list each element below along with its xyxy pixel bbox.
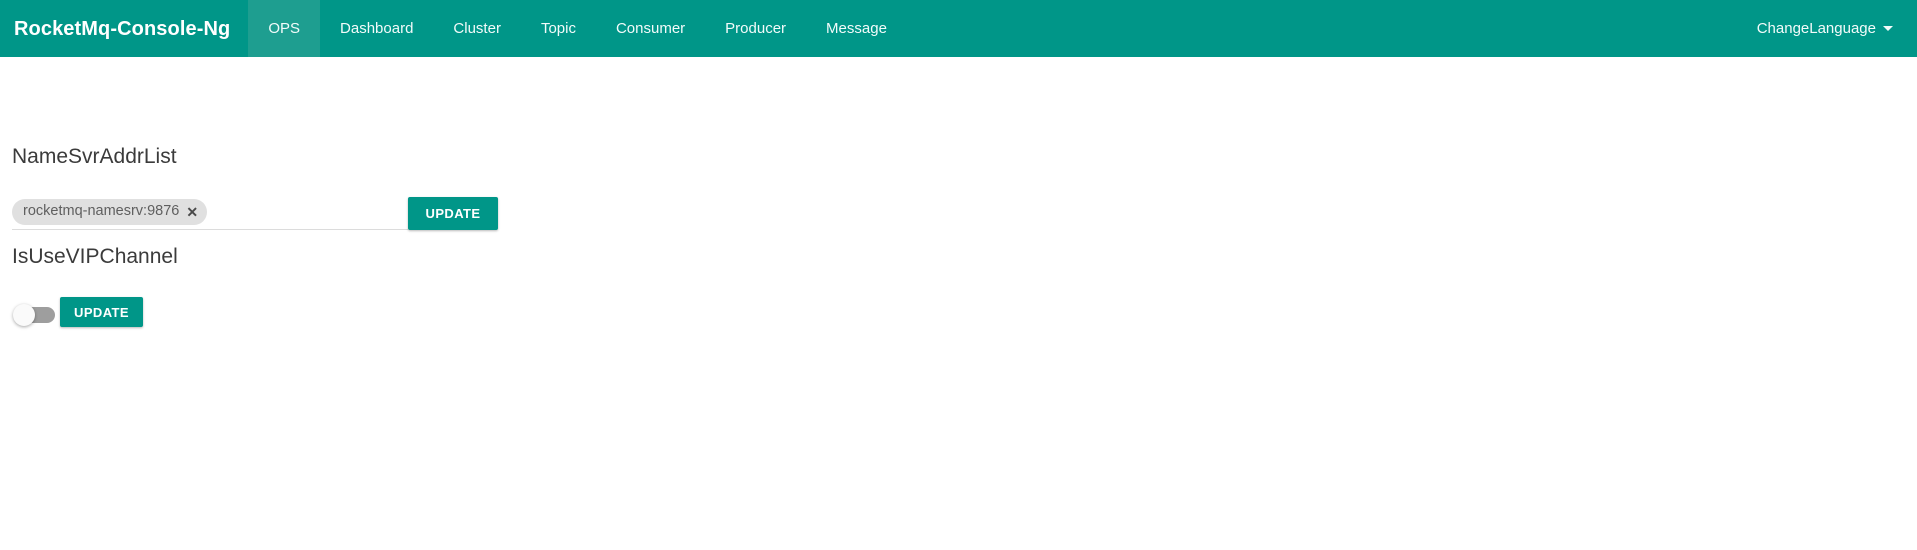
change-language-dropdown[interactable]: ChangeLanguage — [1755, 17, 1895, 40]
nav-item-cluster[interactable]: Cluster — [433, 0, 521, 57]
vip-section-title: IsUseVIPChannel — [12, 245, 178, 268]
nav-item-consumer[interactable]: Consumer — [596, 0, 705, 57]
close-icon[interactable]: ✕ — [186, 205, 198, 219]
nav-item-producer-label: Producer — [725, 20, 787, 37]
nav-item-producer[interactable]: Producer — [705, 0, 806, 57]
brand-logo[interactable]: RocketMq-Console-Ng — [0, 0, 248, 57]
nav-item-consumer-label: Consumer — [615, 20, 686, 37]
vip-channel-toggle[interactable] — [13, 304, 57, 326]
namesvr-chip[interactable]: rocketmq-namesrv:9876 ✕ — [12, 198, 208, 225]
namesvr-section-title: NameSvrAddrList — [12, 145, 177, 168]
change-language-label: ChangeLanguage — [1756, 20, 1876, 37]
nav-item-ops-label: OPS — [268, 20, 301, 37]
vip-update-button[interactable]: UPDATE — [60, 297, 143, 327]
nav-links: OPS Dashboard Cluster Topic Consumer Pro… — [248, 0, 907, 57]
nav-item-message-label: Message — [826, 20, 887, 37]
namesvr-update-button[interactable]: UPDATE — [408, 197, 498, 230]
chevron-down-icon — [1883, 26, 1893, 31]
nav-item-dashboard[interactable]: Dashboard — [320, 0, 433, 57]
nav-item-ops[interactable]: OPS — [248, 0, 321, 57]
nav-item-dashboard-label: Dashboard — [340, 20, 414, 37]
brand-label: RocketMq-Console-Ng — [14, 17, 231, 40]
nav-item-cluster-label: Cluster — [453, 20, 501, 37]
nav-item-topic[interactable]: Topic — [521, 0, 596, 57]
nav-item-topic-label: Topic — [540, 20, 576, 37]
namesvr-chip-label: rocketmq-namesrv:9876 — [23, 203, 180, 220]
vip-channel-toggle-knob — [13, 304, 35, 326]
namesvr-chips-input[interactable]: rocketmq-namesrv:9876 ✕ — [12, 194, 408, 230]
navbar-right-area: ChangeLanguage — [1755, 0, 1895, 57]
top-navbar: RocketMq-Console-Ng OPS Dashboard Cluste… — [0, 0, 1917, 57]
nav-item-message[interactable]: Message — [806, 0, 907, 57]
